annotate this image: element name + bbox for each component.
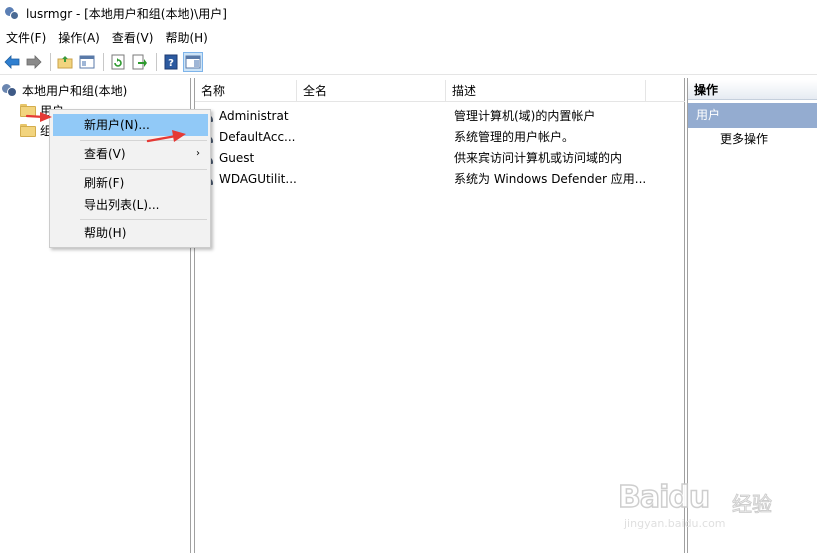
toolbar-separator [50, 52, 51, 71]
user-name: WDAGUtilit... [219, 171, 297, 186]
context-menu-help[interactable]: 帮助(H) [53, 222, 208, 244]
menu-separator [80, 169, 207, 170]
user-name: DefaultAcc... [219, 129, 296, 144]
more-actions-link[interactable]: 更多操作 [720, 130, 768, 148]
show-hide-action-pane-icon[interactable] [183, 51, 203, 72]
list-item[interactable]: Guest 供来宾访问计算机或访问域的内 [195, 147, 685, 168]
title-bar: lusrmgr - [本地用户和组(本地)\用户] [0, 0, 817, 26]
up-folder-icon[interactable] [55, 52, 75, 72]
actions-section-users[interactable]: 用户 [688, 103, 817, 128]
watermark-cn: 经验 [732, 492, 773, 517]
list-item[interactable]: WDAGUtilit... 系统为 Windows Defender 应用... [195, 168, 685, 189]
help-icon[interactable]: ? [161, 52, 181, 72]
baidu-watermark: Baidu 经验 jingyan.baidu.com [617, 472, 788, 542]
context-menu-view-label: 查看(V) [84, 147, 126, 161]
context-menu-export-list[interactable]: 导出列表(L)... [53, 194, 208, 216]
annotation-arrow-icon [26, 112, 52, 122]
toolbar: ? [0, 49, 817, 75]
folder-icon [20, 123, 36, 137]
actions-header: 操作 [688, 80, 817, 100]
user-list-pane: 名称 全名 描述 Administrat 管理计算机(域)的内置帐户 Defau… [194, 78, 685, 553]
user-name: Guest [219, 150, 255, 165]
menu-view[interactable]: 查看(V) [106, 27, 160, 49]
user-description: 管理计算机(域)的内置帐户 [454, 109, 596, 123]
list-header: 名称 全名 描述 [195, 80, 685, 102]
watermark-brand: Baidu [617, 479, 711, 516]
column-header-fullname[interactable]: 全名 [297, 80, 446, 102]
window-title: lusrmgr - [本地用户和组(本地)\用户] [26, 6, 227, 21]
refresh-icon[interactable] [108, 52, 128, 72]
submenu-arrow-icon: › [196, 148, 200, 159]
context-menu-view[interactable]: 查看(V) › [53, 143, 208, 165]
users-app-icon [4, 5, 20, 21]
column-header-name[interactable]: 名称 [195, 80, 297, 102]
forward-arrow-icon[interactable] [24, 52, 44, 72]
users-groups-icon [2, 83, 18, 97]
menu-action[interactable]: 操作(A) [52, 27, 106, 49]
svg-text:?: ? [168, 58, 174, 69]
menu-help[interactable]: 帮助(H) [159, 27, 213, 49]
menu-file[interactable]: 文件(F) [0, 27, 52, 49]
tree-root[interactable]: 本地用户和组(本地) [2, 80, 127, 100]
watermark-url: jingyan.baidu.com [624, 517, 726, 530]
menu-separator [80, 219, 207, 220]
menu-bar: 文件(F) 操作(A) 查看(V) 帮助(H) [0, 27, 817, 49]
list-item[interactable]: Administrat 管理计算机(域)的内置帐户 [195, 105, 685, 126]
user-description: 供来宾访问计算机或访问域的内 [454, 151, 623, 165]
user-description: 系统为 Windows Defender 应用... [454, 172, 647, 186]
list-item[interactable]: DefaultAcc... 系统管理的用户帐户。 [195, 126, 685, 147]
toolbar-separator [103, 52, 104, 71]
user-name: Administrat [219, 108, 289, 123]
export-list-icon[interactable] [130, 52, 150, 72]
show-hide-tree-icon[interactable] [77, 52, 97, 72]
annotation-arrow-icon [146, 130, 186, 143]
toolbar-separator [156, 52, 157, 71]
back-arrow-icon[interactable] [2, 52, 22, 72]
tree-root-label: 本地用户和组(本地) [22, 83, 128, 98]
context-menu-refresh[interactable]: 刷新(F) [53, 172, 208, 194]
column-header-description[interactable]: 描述 [446, 80, 646, 102]
user-description: 系统管理的用户帐户。 [454, 130, 575, 144]
